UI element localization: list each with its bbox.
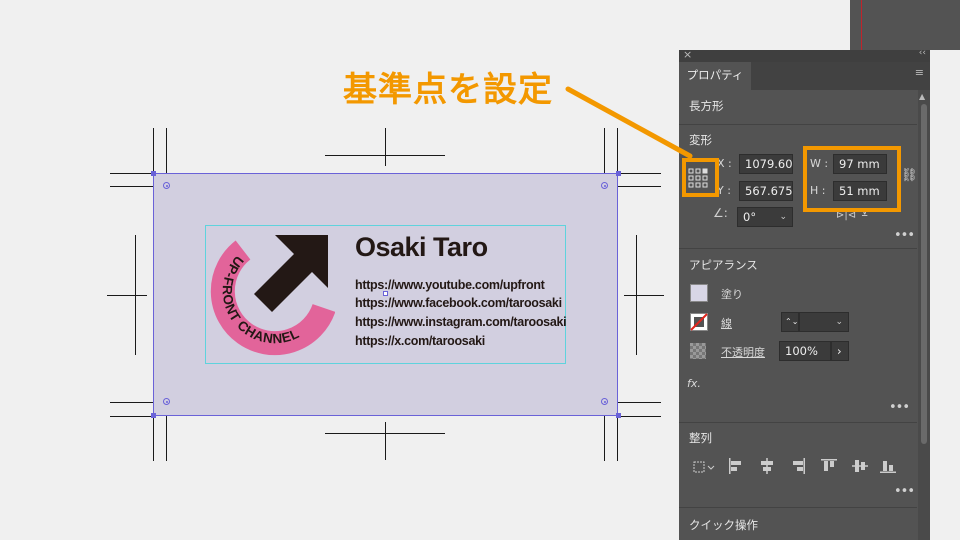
- scroll-thumb[interactable]: [921, 104, 927, 444]
- card-name: Osaki Taro: [355, 232, 488, 262]
- object-type-label: 長方形: [689, 99, 724, 113]
- properties-panel: × ‹‹ プロパティ ≡ ▲ 長方形 変形 X : 1079.60 Y : 56…: [679, 48, 930, 540]
- y-position-field[interactable]: 567.675: [739, 181, 793, 201]
- opacity-field[interactable]: 100%: [779, 341, 831, 361]
- quick-actions-heading: クイック操作: [689, 518, 758, 532]
- stroke-swatch[interactable]: [690, 313, 708, 331]
- panel-scrollbar[interactable]: ▲: [918, 90, 930, 540]
- opacity-arrow-button[interactable]: ›: [831, 341, 849, 361]
- constrain-proportions-icon[interactable]: ⛓: [901, 168, 918, 183]
- close-icon[interactable]: ×: [683, 48, 692, 61]
- align-heading: 整列: [689, 431, 712, 445]
- divider: [679, 422, 917, 423]
- callout-label: 基準点を設定: [343, 70, 553, 110]
- resize-handle[interactable]: [616, 413, 621, 418]
- tab-properties[interactable]: プロパティ: [679, 62, 751, 90]
- resize-handle[interactable]: [616, 171, 621, 176]
- card-link-youtube: https://www.youtube.com/upfront: [355, 278, 545, 292]
- align-right-icon[interactable]: [789, 457, 807, 475]
- corner-radius-widget[interactable]: [163, 182, 170, 189]
- canvas-edge: [850, 0, 960, 50]
- stroke-weight-field[interactable]: ⌄: [799, 312, 849, 332]
- panel-tab-row: プロパティ ≡: [679, 62, 930, 90]
- rotate-angle-field[interactable]: 0° ⌄: [737, 207, 793, 227]
- corner-radius-widget[interactable]: [601, 182, 608, 189]
- stroke-weight-stepper[interactable]: ⌃⌄: [781, 312, 799, 332]
- reference-point-highlight: [682, 158, 719, 197]
- align-bottom-icon[interactable]: [879, 457, 897, 475]
- collapse-icon[interactable]: ‹‹: [919, 48, 926, 58]
- appearance-heading: アピアランス: [689, 258, 758, 272]
- red-guide-line: [861, 0, 862, 50]
- fill-label: 塗り: [721, 288, 743, 301]
- scroll-up-icon[interactable]: ▲: [919, 92, 925, 101]
- card-link-facebook: https://www.facebook.com/taroosaki: [355, 296, 562, 310]
- divider: [679, 507, 917, 508]
- card-link-instagram: https://www.instagram.com/taroosaki: [355, 315, 567, 329]
- card-link-x: https://x.com/taroosaki: [355, 334, 485, 348]
- align-vertical-center-icon[interactable]: [851, 457, 869, 475]
- rotate-angle-icon: ∠:: [713, 206, 728, 220]
- corner-radius-widget[interactable]: [601, 398, 608, 405]
- more-options-icon[interactable]: •••: [894, 228, 915, 243]
- align-top-icon[interactable]: [820, 457, 838, 475]
- panel-menu-icon[interactable]: ≡: [915, 66, 924, 79]
- chevron-down-icon[interactable]: ⌄: [835, 313, 843, 331]
- x-label: X :: [717, 157, 732, 170]
- opacity-icon: [690, 343, 706, 359]
- divider: [679, 248, 917, 249]
- size-fields-highlight: [803, 146, 901, 212]
- upfront-channel-logo: UP-FRONT CHANNEL: [210, 235, 335, 356]
- panel-title-bar[interactable]: × ‹‹: [679, 48, 930, 62]
- align-horizontal-center-icon[interactable]: [758, 457, 776, 475]
- x-position-field[interactable]: 1079.60: [739, 154, 793, 174]
- more-options-icon[interactable]: •••: [894, 484, 915, 499]
- transform-heading: 変形: [689, 133, 712, 147]
- align-left-icon[interactable]: [727, 457, 745, 475]
- stroke-label[interactable]: 線: [721, 315, 732, 331]
- resize-handle[interactable]: [151, 413, 156, 418]
- fill-swatch[interactable]: [690, 284, 708, 302]
- align-to-selection-icon[interactable]: [692, 458, 716, 476]
- y-label: Y :: [717, 184, 731, 197]
- chevron-down-icon[interactable]: ⌄: [779, 208, 787, 226]
- divider: [679, 124, 917, 125]
- corner-radius-widget[interactable]: [163, 398, 170, 405]
- fx-effects-button[interactable]: fx.: [687, 377, 701, 390]
- opacity-label[interactable]: 不透明度: [721, 344, 765, 360]
- resize-handle[interactable]: [151, 171, 156, 176]
- more-options-icon[interactable]: •••: [889, 400, 910, 415]
